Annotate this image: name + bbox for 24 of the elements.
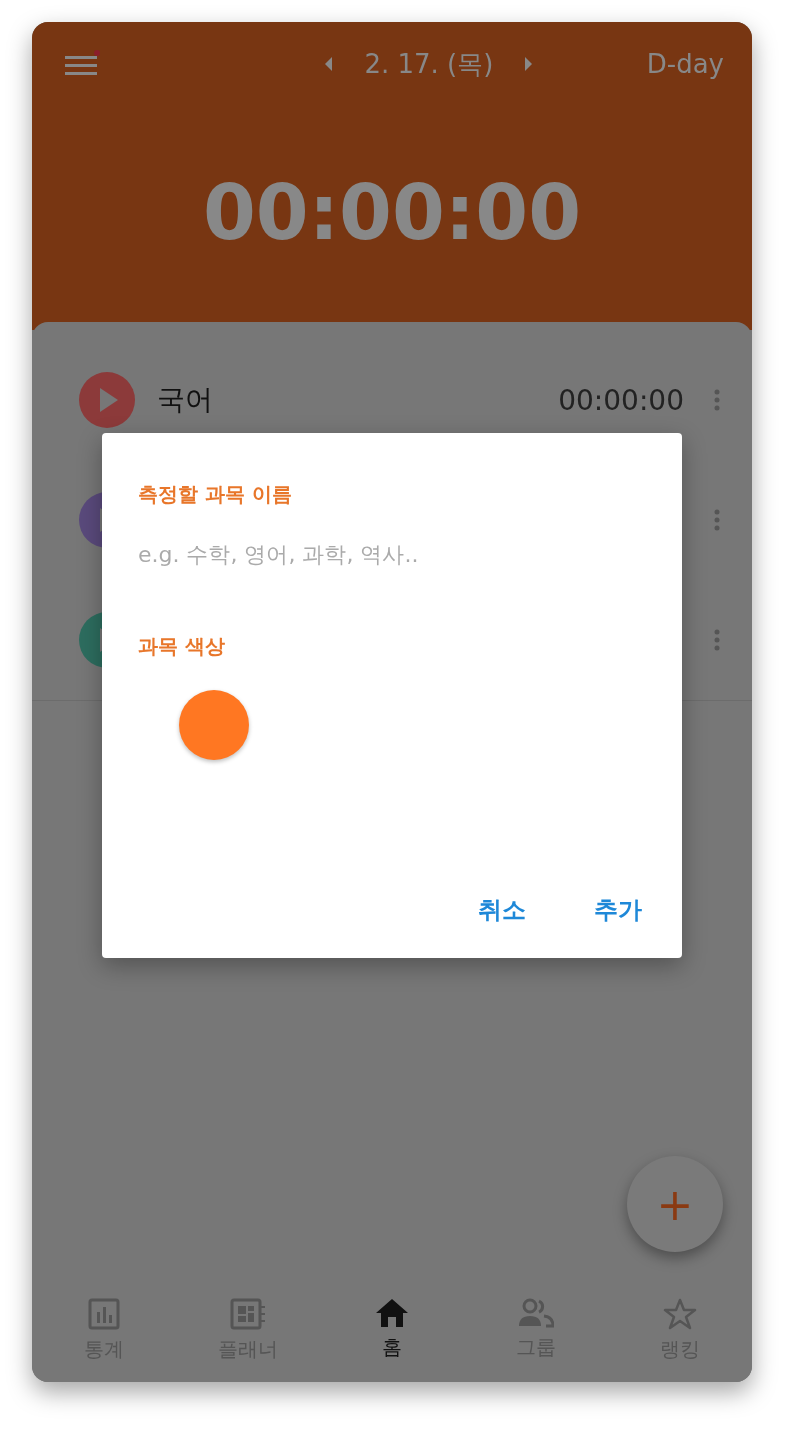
subject-name: 국어 [157,382,213,418]
dialog-button[interactable]: 취소 [474,886,530,934]
home-icon [375,1298,409,1328]
field-label: 측정할 과목 이름 [138,481,292,508]
timer-display: 00:00:00 [201,168,583,257]
next-icon[interactable] [523,56,534,72]
dialog-button[interactable]: 추가 [590,886,646,934]
planner-icon [230,1298,266,1330]
previous-icon[interactable] [324,56,335,72]
field-label: 과목 색상 [138,633,225,660]
subject-time: 00:00:00 [558,383,684,417]
menu-icon[interactable] [65,50,101,78]
more-icon[interactable] [714,389,720,411]
nav-tab[interactable]: 홈 [320,1286,464,1382]
star-icon [663,1298,697,1330]
more-icon[interactable] [714,509,720,531]
color-swatch[interactable] [179,690,249,760]
subject-name-input[interactable]: e.g. 수학, 영어, 과학, 역사.. [138,542,650,567]
play-button[interactable] [79,372,135,428]
people-icon [518,1298,554,1328]
more-icon[interactable] [714,629,720,651]
dday-link[interactable]: D-day [646,49,724,79]
bar-chart-icon [88,1298,120,1330]
date-label: 2. 17. (목) [364,47,494,81]
